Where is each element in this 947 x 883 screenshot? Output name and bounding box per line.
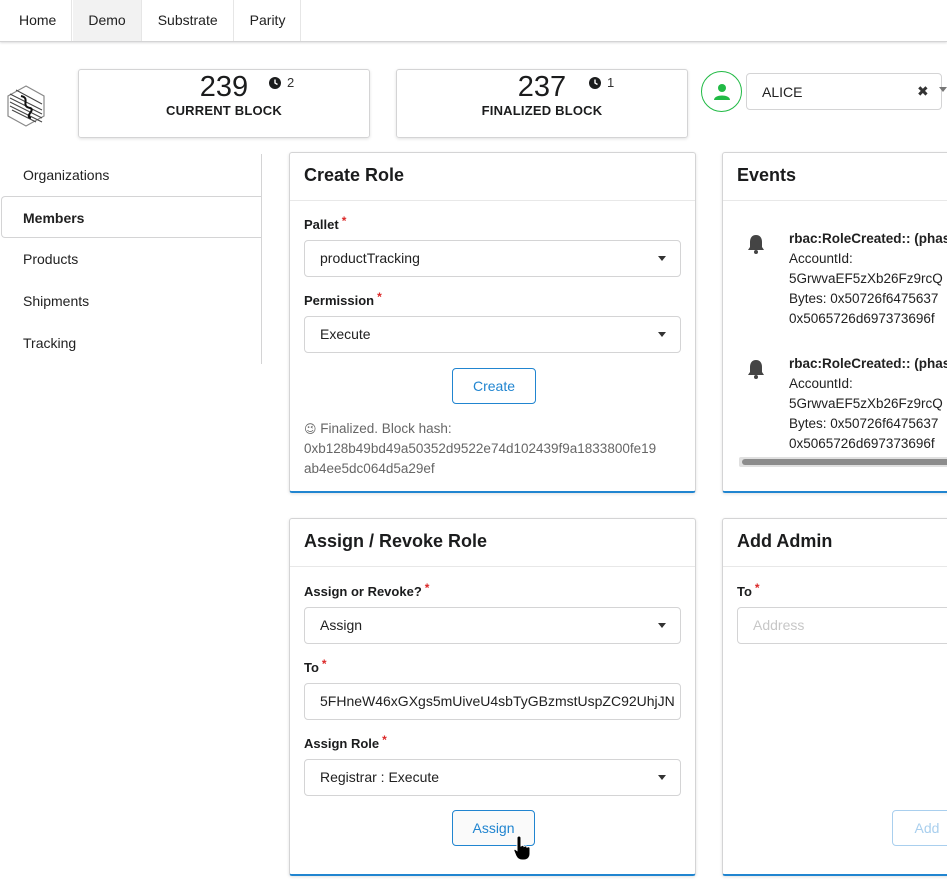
permission-label-text: Permission — [304, 293, 375, 308]
create-status: 😉 Finalized. Block hash: 0xb128b49bd49a5… — [304, 419, 656, 479]
pallet-label-text: Pallet — [304, 217, 339, 232]
chevron-down-icon — [658, 256, 666, 261]
event-line: 0x5065726d697373696f — [789, 311, 935, 326]
top-nav: Home Demo Substrate Parity — [0, 0, 947, 42]
create-role-title: Create Role — [290, 153, 695, 201]
finalized-block-timer-value: 1 — [607, 75, 615, 90]
event-content: rbac:RoleCreated:: (phase AccountId: 5Gr… — [789, 229, 947, 329]
pallet-value: productTracking — [320, 250, 420, 266]
status-hash-line2: ab4ee5dc064d5a29ef — [304, 461, 435, 476]
chevron-down-icon — [658, 332, 666, 337]
clock-icon — [269, 76, 281, 89]
event-line: Bytes: 0x50726f6475637 — [789, 416, 939, 431]
current-block-timer: 2 — [269, 75, 294, 90]
finalized-block-card: 237 FINALIZED BLOCK 1 — [396, 69, 688, 138]
clear-icon[interactable]: ✖ — [917, 83, 929, 100]
to-label-text: To — [304, 660, 319, 675]
assign-role-label: Assign Role * — [304, 733, 387, 751]
event-line: AccountId: — [789, 251, 853, 266]
admin-to-label-text: To — [737, 584, 752, 599]
required-marker: * — [382, 733, 387, 747]
required-marker: * — [321, 657, 327, 671]
bell-icon — [748, 360, 764, 379]
add-button[interactable]: Add — [892, 810, 947, 846]
substrate-logo — [6, 84, 46, 128]
account-avatar-button[interactable] — [701, 71, 742, 112]
hand-cursor-icon — [513, 835, 531, 861]
status-text: Finalized. Block hash: — [320, 421, 452, 436]
wink-emoji-icon: 😉 — [304, 422, 317, 436]
event-title: rbac:RoleCreated:: (phase — [789, 231, 947, 246]
sidebar-item-organizations[interactable]: Organizations — [2, 154, 261, 196]
tab-substrate[interactable]: Substrate — [141, 0, 234, 41]
permission-select[interactable]: Execute — [304, 316, 681, 353]
status-hash-line1: 0xb128b49bd49a50352d9522e74d102439f9a183… — [304, 441, 657, 456]
sidebar-item-products[interactable]: Products — [2, 238, 261, 280]
account-name: ALICE — [762, 84, 803, 100]
current-block-timer-value: 2 — [287, 75, 295, 90]
finalized-block-label: FINALIZED BLOCK — [481, 103, 603, 118]
required-marker: * — [341, 214, 347, 228]
finalized-block-timer: 1 — [589, 75, 614, 90]
sidebar: Organizations Members Products Shipments… — [1, 154, 262, 364]
sidebar-item-shipments[interactable]: Shipments — [2, 280, 261, 322]
add-admin-card: Add Admin To * Address Add — [722, 518, 947, 876]
pallet-label: Pallet * — [304, 214, 347, 232]
events-scrollbar[interactable] — [739, 457, 947, 467]
user-icon — [713, 83, 730, 100]
create-role-card: Create Role Pallet * productTracking Perm… — [289, 152, 696, 493]
assign-role-label-text: Assign Role — [304, 736, 380, 751]
clock-icon — [589, 76, 601, 89]
event-line: 5GrwvaEF5zXb26Fz9rcQ — [789, 396, 943, 411]
permission-label: Permission * — [304, 290, 382, 308]
event-line: Bytes: 0x50726f6475637 — [789, 291, 939, 306]
current-block-label: CURRENT BLOCK — [166, 103, 282, 118]
sidebar-item-members[interactable]: Members — [1, 196, 261, 238]
finalized-block-value: 237 — [517, 71, 567, 103]
events-card: Events rbac:RoleCreated:: (phase Account… — [722, 152, 947, 493]
assign-role-value: Registrar : Execute — [320, 769, 440, 785]
chevron-down-icon[interactable] — [939, 87, 947, 92]
tab-parity[interactable]: Parity — [233, 0, 302, 41]
assign-or-revoke-select[interactable]: Assign — [304, 607, 681, 644]
assign-role-title: Assign / Revoke Role — [290, 519, 695, 567]
scrollbar-thumb[interactable] — [742, 459, 947, 465]
to-label: To * — [304, 657, 327, 675]
bell-icon — [748, 235, 764, 254]
current-block-value: 239 — [199, 71, 249, 103]
permission-value: Execute — [320, 326, 371, 342]
event-title: rbac:RoleCreated:: (phase — [789, 356, 947, 371]
chevron-down-icon — [658, 623, 666, 628]
event-line: AccountId: — [789, 376, 853, 391]
add-admin-title: Add Admin — [723, 519, 947, 567]
assign-role-select[interactable]: Registrar : Execute — [304, 759, 681, 796]
sidebar-item-tracking[interactable]: Tracking — [2, 322, 261, 364]
events-title: Events — [723, 153, 947, 201]
required-marker: * — [424, 581, 430, 595]
assign-or-revoke-label-text: Assign or Revoke? — [304, 584, 422, 599]
tab-demo[interactable]: Demo — [72, 0, 142, 41]
account-select[interactable]: ALICE ✖ — [746, 73, 947, 110]
event-content: rbac:RoleCreated:: (phase AccountId: 5Gr… — [789, 354, 947, 454]
current-block-card: 239 CURRENT BLOCK 2 — [78, 69, 370, 138]
admin-address-input[interactable]: Address — [737, 607, 947, 644]
event-line: 5GrwvaEF5zXb26Fz9rcQ — [789, 271, 943, 286]
required-marker: * — [377, 290, 382, 304]
to-address-input[interactable]: 5FHneW46xGXgs5mUiveU4sbTyGBzmstUspZC92Uh… — [304, 683, 681, 720]
admin-to-label: To * — [737, 581, 760, 599]
tab-home[interactable]: Home — [0, 0, 73, 41]
chevron-down-icon — [658, 775, 666, 780]
pallet-select[interactable]: productTracking — [304, 240, 681, 277]
assign-role-card: Assign / Revoke Role Assign or Revoke? * … — [289, 518, 696, 876]
required-marker: * — [754, 581, 760, 595]
assign-or-revoke-value: Assign — [320, 617, 363, 633]
create-button[interactable]: Create — [452, 368, 536, 404]
event-line: 0x5065726d697373696f — [789, 436, 935, 451]
assign-or-revoke-label: Assign or Revoke? * — [304, 581, 430, 599]
